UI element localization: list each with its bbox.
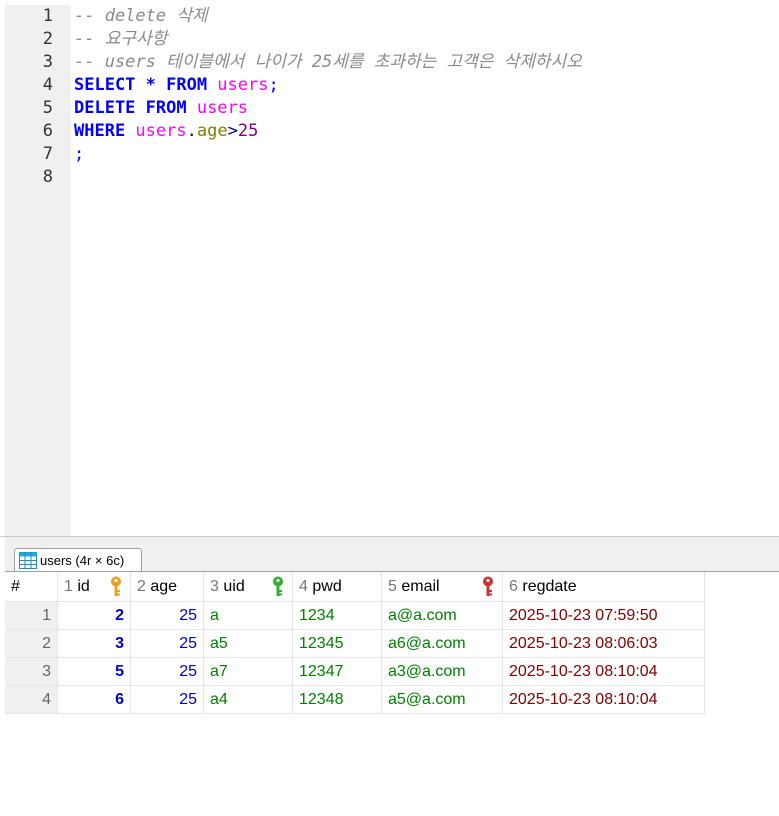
cell-id[interactable]: 2	[57, 601, 131, 630]
code-token-comment: -- delete 삭제	[74, 6, 208, 26]
code-token-kw: SELECT * FROM	[74, 75, 218, 95]
cell-email[interactable]: a@a.com	[381, 601, 503, 630]
code-line[interactable]: -- 요구사항	[74, 28, 167, 51]
row-number-header: #	[5, 572, 58, 602]
code-token-kw: WHERE	[74, 121, 136, 141]
row-number[interactable]: 4	[5, 685, 58, 714]
cell-email[interactable]: a5@a.com	[381, 685, 503, 714]
line-number: 2	[42, 29, 53, 49]
line-number: 8	[42, 167, 53, 187]
primary-key-icon	[111, 576, 121, 596]
table-row[interactable]: 1 2 25 a 1234 a@a.com 2025-10-23 07:59:5…	[5, 601, 705, 630]
code-token-tbl: users	[196, 98, 249, 118]
line-number: 6	[42, 121, 53, 141]
row-number[interactable]: 2	[5, 629, 58, 658]
cell-pwd[interactable]: 12347	[292, 657, 382, 686]
sql-editor[interactable]: 1 -- delete 삭제 2 -- 요구사항 3 -- users 테이블에서 나이가…	[0, 0, 779, 536]
table-row[interactable]: 2 3 25 a5 12345 a6@a.com 2025-10-23 08:0…	[5, 629, 705, 658]
column-header-id[interactable]: 1 id	[57, 572, 131, 602]
cell-uid[interactable]: a4	[203, 685, 293, 714]
cell-uid[interactable]: a5	[203, 629, 293, 658]
line-number: 5	[42, 98, 53, 118]
table-row[interactable]: 4 6 25 a4 12348 a5@a.com 2025-10-23 08:1…	[5, 685, 705, 714]
cell-regdate[interactable]: 2025-10-23 07:59:50	[502, 601, 705, 630]
unique-key-icon	[273, 576, 283, 596]
column-name: regdate	[522, 577, 577, 595]
code-token-num: 25	[237, 121, 259, 141]
line-number: 4	[42, 75, 53, 95]
grid-header-row: # 1 id 2 age 3 uid 4 pwd 5 email 6 regda…	[5, 572, 705, 602]
column-name: uid	[223, 577, 245, 595]
code-token-op: .	[186, 121, 197, 141]
code-token-punct: ;	[74, 144, 85, 164]
code-line[interactable]: ;	[74, 143, 84, 166]
cell-age[interactable]: 25	[130, 629, 204, 658]
result-grid[interactable]: # 1 id 2 age 3 uid 4 pwd 5 email 6 regda…	[5, 572, 705, 714]
line-number: 7	[42, 144, 53, 164]
code-token-punct: ;	[268, 75, 279, 95]
code-line[interactable]: SELECT * FROM users;	[74, 74, 279, 97]
cell-uid[interactable]: a	[203, 601, 293, 630]
column-header-age[interactable]: 2 age	[130, 572, 204, 602]
code-line[interactable]: -- users 테이블에서 나이가 25세를 초과하는 고객은 삭제하시오	[74, 51, 582, 74]
code-token-comment: -- 요구사항	[74, 29, 168, 49]
cell-age[interactable]: 25	[130, 657, 204, 686]
column-name: pwd	[312, 577, 342, 595]
cell-email[interactable]: a3@a.com	[381, 657, 503, 686]
table-row[interactable]: 3 5 25 a7 12347 a3@a.com 2025-10-23 08:1…	[5, 657, 705, 686]
column-header-uid[interactable]: 3 uid	[203, 572, 293, 602]
column-name: email	[401, 577, 440, 595]
table-grid-icon	[19, 551, 37, 569]
column-name: age	[150, 577, 178, 595]
column-number: 6	[509, 577, 518, 595]
line-number: 1	[42, 6, 53, 26]
cell-id[interactable]: 3	[57, 629, 131, 658]
cell-pwd[interactable]: 12348	[292, 685, 382, 714]
result-tab-users[interactable]: users (4r × 6c)	[14, 548, 142, 571]
cell-regdate[interactable]: 2025-10-23 08:06:03	[502, 629, 705, 658]
cell-email[interactable]: a6@a.com	[381, 629, 503, 658]
column-number: 2	[137, 577, 146, 595]
column-number: 1	[64, 577, 73, 595]
code-token-tbl: users	[217, 75, 269, 95]
code-line[interactable]: -- delete 삭제	[74, 5, 208, 28]
result-tab-label: users (4r × 6c)	[40, 552, 125, 568]
column-number: 4	[299, 577, 308, 595]
code-line[interactable]: DELETE FROM users	[74, 97, 248, 120]
row-number[interactable]: 1	[5, 601, 58, 630]
cell-regdate[interactable]: 2025-10-23 08:10:04	[502, 685, 705, 714]
column-name: id	[77, 577, 90, 595]
cell-pwd[interactable]: 12345	[292, 629, 382, 658]
cell-age[interactable]: 25	[130, 601, 204, 630]
column-header-regdate[interactable]: 6 regdate	[502, 572, 705, 602]
code-token-tbl: users	[135, 121, 187, 141]
column-number: 5	[388, 577, 397, 595]
code-token-comment: -- users 테이블에서 나이가 25세를 초과하는 고객은 삭제하시오	[74, 52, 582, 72]
cell-id[interactable]: 5	[57, 657, 131, 686]
cell-age[interactable]: 25	[130, 685, 204, 714]
row-number[interactable]: 3	[5, 657, 58, 686]
foreign-key-icon	[483, 576, 493, 596]
code-token-col: age	[196, 121, 228, 141]
line-number: 3	[42, 52, 53, 72]
column-header-email[interactable]: 5 email	[381, 572, 503, 602]
column-header-pwd[interactable]: 4 pwd	[292, 572, 382, 602]
code-token-kw: DELETE FROM	[74, 98, 197, 118]
code-line[interactable]: WHERE users.age>25	[74, 120, 258, 143]
cell-regdate[interactable]: 2025-10-23 08:10:04	[502, 657, 705, 686]
cell-uid[interactable]: a7	[203, 657, 293, 686]
cell-id[interactable]: 6	[57, 685, 131, 714]
result-tab-bar: users (4r × 6c)	[5, 537, 779, 572]
cell-pwd[interactable]: 1234	[292, 601, 382, 630]
code-token-op: >	[227, 121, 238, 141]
column-number: 3	[210, 577, 219, 595]
